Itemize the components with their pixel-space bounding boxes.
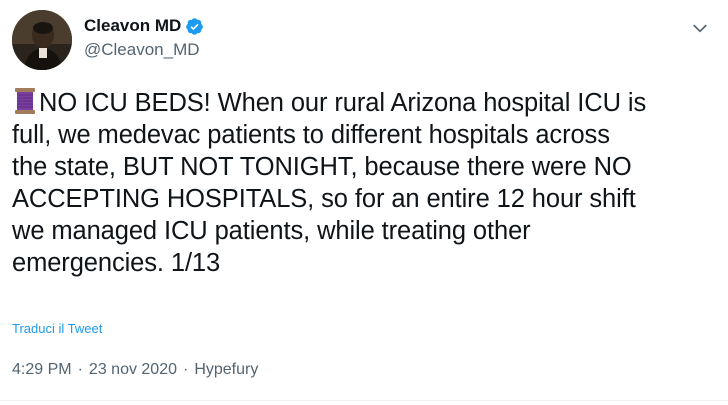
verified-badge-icon bbox=[185, 17, 204, 36]
tweet-text-line-1-content: NO ICU BEDS! When our rural Arizona hosp… bbox=[39, 89, 647, 117]
display-name[interactable]: Cleavon MD bbox=[84, 16, 181, 36]
tweet-text-line-6: emergencies. 1/13 bbox=[12, 249, 221, 277]
chevron-down-icon[interactable] bbox=[690, 18, 710, 38]
tweet-time[interactable]: 4:29 PM bbox=[12, 361, 72, 379]
tweet-source[interactable]: Hypefury bbox=[194, 361, 258, 379]
tweet-text: NO ICU BEDS! When our rural Arizona hosp… bbox=[12, 87, 718, 279]
display-name-row: Cleavon MD bbox=[84, 14, 204, 38]
divider bbox=[0, 400, 728, 401]
tweet-metadata: 4:29 PM · 23 nov 2020 · Hypefury bbox=[12, 361, 258, 379]
separator-dot: · bbox=[77, 361, 83, 378]
tweet-text-line-4: ACCEPTING HOSPITALS, so for an entire 12… bbox=[12, 185, 636, 213]
translate-tweet-link[interactable]: Traduci il Tweet bbox=[12, 321, 102, 336]
avatar-photo bbox=[12, 10, 72, 70]
tweet-text-line-5: we managed ICU patients, while treating … bbox=[12, 217, 531, 245]
author-block: Cleavon MD @Cleavon_MD bbox=[84, 14, 204, 60]
tweet-date[interactable]: 23 nov 2020 bbox=[89, 361, 177, 379]
separator-dot: · bbox=[183, 361, 189, 378]
tweet-card: Cleavon MD @Cleavon_MD NO ICU BEDS! When… bbox=[0, 0, 728, 405]
tweet-text-line-3: the state, BUT NOT TONIGHT, because ther… bbox=[12, 153, 632, 181]
avatar[interactable] bbox=[12, 10, 72, 70]
tweet-text-line-1: NO ICU BEDS! When our rural Arizona hosp… bbox=[12, 87, 718, 119]
tweet-text-line-2: full, we medevac patients to different h… bbox=[12, 121, 610, 149]
spool-of-thread-emoji-icon bbox=[12, 87, 38, 115]
handle[interactable]: @Cleavon_MD bbox=[84, 40, 204, 60]
